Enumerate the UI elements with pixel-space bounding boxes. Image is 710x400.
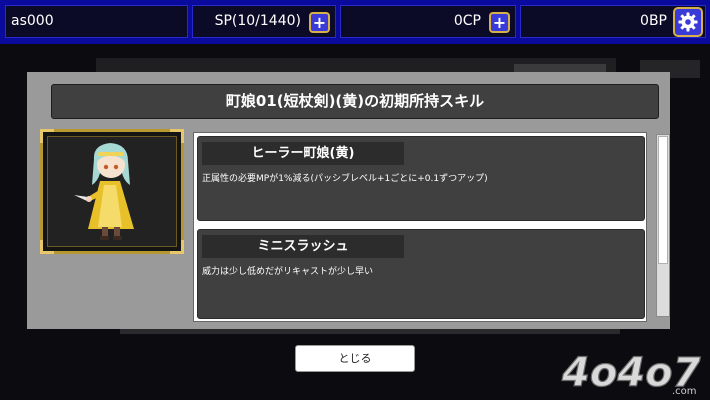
character-portrait (47, 136, 177, 247)
sp-counter: SP(10/1440) + (192, 5, 336, 38)
bp-value: 0BP (640, 13, 667, 29)
character-sprite (74, 143, 134, 240)
character-portrait-frame (40, 129, 184, 254)
game-screen: as000 SP(10/1440) + 0CP + 0BP 町娘01(短杖剣)(… (0, 0, 710, 400)
user-name: as000 (11, 13, 54, 29)
bp-counter: 0BP (520, 5, 706, 38)
plus-icon: + (492, 13, 507, 32)
settings-button[interactable] (673, 7, 703, 37)
dialog-title: 町娘01(短杖剣)(黄)の初期所持スキル (51, 84, 659, 119)
sp-value: SP(10/1440) (214, 13, 301, 29)
add-cp-button[interactable]: + (489, 12, 510, 33)
frame-corner-ornament (170, 129, 184, 143)
frame-corner-ornament (170, 240, 184, 254)
frame-corner-ornament (40, 240, 54, 254)
add-sp-button[interactable]: + (309, 12, 330, 33)
frame-corner-ornament (40, 129, 54, 143)
skill-list-scrollbar[interactable] (656, 134, 670, 317)
skill-dialog: 町娘01(短杖剣)(黄)の初期所持スキル ヒーラー町娘(黄) 正属性の必要MPが… (27, 72, 670, 329)
watermark-logo: 4o4o7 .com (560, 349, 701, 397)
skill-description: 威力は少し低めだがリキャストが少し早い (202, 267, 374, 277)
close-button[interactable]: とじる (295, 345, 415, 372)
plus-icon: + (312, 13, 327, 32)
skill-description: 正属性の必要MPが1%減る(パッシブレベル+1ごとに+0.1ずつアップ) (202, 174, 488, 184)
skill-card: ミニスラッシュ 威力は少し低めだがリキャストが少し早い (197, 229, 645, 319)
cp-counter: 0CP + (340, 5, 516, 38)
scrollbar-thumb[interactable] (658, 136, 668, 264)
watermark-suffix: .com (672, 386, 697, 397)
skill-name: ミニスラッシュ (202, 235, 404, 258)
status-bar: as000 SP(10/1440) + 0CP + 0BP (0, 0, 710, 44)
skill-card: ヒーラー町娘(黄) 正属性の必要MPが1%減る(パッシブレベル+1ごとに+0.1… (197, 136, 645, 221)
cp-value: 0CP (453, 13, 481, 29)
skill-name: ヒーラー町娘(黄) (202, 142, 404, 165)
user-name-field: as000 (5, 5, 188, 38)
gear-icon (678, 12, 698, 32)
skill-list[interactable]: ヒーラー町娘(黄) 正属性の必要MPが1%減る(パッシブレベル+1ごとに+0.1… (193, 132, 647, 322)
